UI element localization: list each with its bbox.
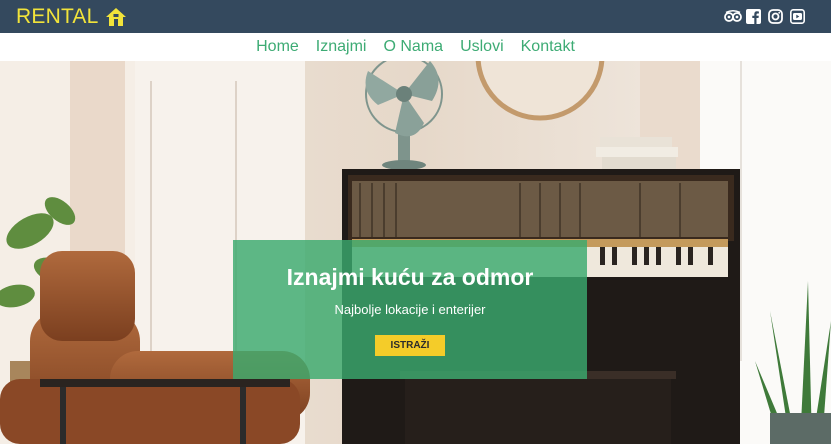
hero-banner: Iznajmi kuću za odmor Najbolje lokacije …	[0, 61, 831, 444]
facebook-icon[interactable]	[746, 9, 761, 24]
nav-item-kontakt[interactable]: Kontakt	[521, 38, 575, 56]
youtube-icon[interactable]	[790, 9, 805, 24]
nav-item-o-nama[interactable]: O Nama	[383, 38, 443, 56]
nav-item-uslovi[interactable]: Uslovi	[460, 38, 504, 56]
instagram-icon[interactable]	[768, 9, 783, 24]
hero-subtitle: Najbolje lokacije i enterijer	[334, 302, 486, 317]
logo[interactable]: RENTAL	[16, 5, 127, 29]
hero-overlay-card: Iznajmi kuću za odmor Najbolje lokacije …	[233, 240, 587, 379]
house-icon	[105, 7, 127, 27]
tripadvisor-icon[interactable]	[724, 9, 742, 24]
logo-text: RENTAL	[16, 4, 99, 28]
nav-item-home[interactable]: Home	[256, 38, 299, 56]
social-links	[724, 9, 805, 24]
top-bar: RENTAL	[0, 0, 831, 33]
main-nav: Home Iznajmi O Nama Uslovi Kontakt	[0, 33, 831, 61]
nav-item-iznajmi[interactable]: Iznajmi	[316, 38, 367, 56]
hero-title: Iznajmi kuću za odmor	[286, 264, 534, 290]
explore-button[interactable]: ISTRAŽI	[374, 335, 446, 356]
